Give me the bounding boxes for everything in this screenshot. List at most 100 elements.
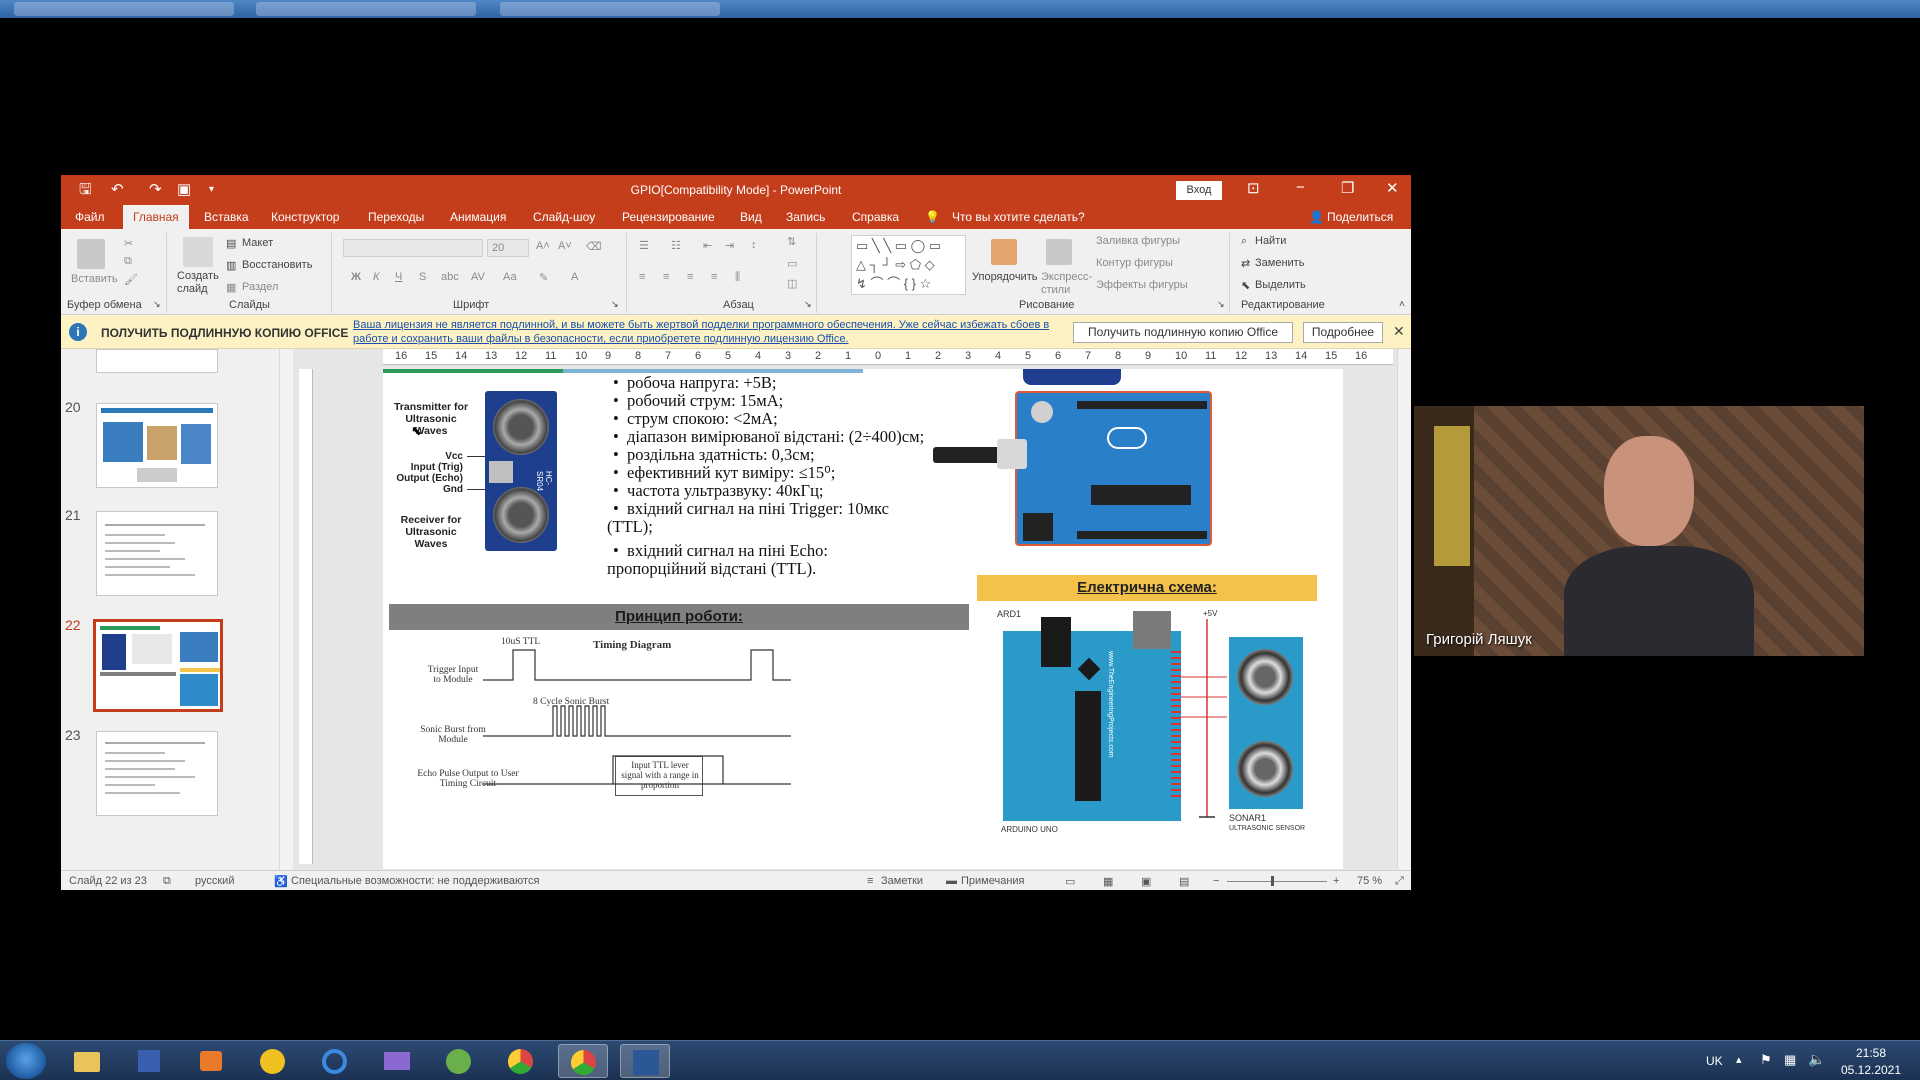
layout-button[interactable]: Макет	[242, 237, 273, 249]
network-icon[interactable]: ▦	[1784, 1052, 1796, 1068]
align-right-icon[interactable]: ≡	[687, 271, 693, 283]
paragraph-launcher-icon[interactable]: ↘	[804, 299, 812, 310]
increase-indent-icon[interactable]: ⇥	[725, 239, 734, 252]
tray-expand-icon[interactable]: ▴	[1736, 1053, 1742, 1066]
normal-view-icon[interactable]: ▭	[1065, 875, 1075, 888]
shape-effects-button[interactable]: Эффекты фигуры	[1096, 279, 1188, 291]
find-button[interactable]: Найти	[1255, 235, 1286, 247]
utorrent-icon[interactable]	[434, 1044, 484, 1078]
close-icon[interactable]: ✕	[1386, 179, 1399, 197]
text-direction-icon[interactable]: ⇅	[787, 235, 796, 248]
word-icon[interactable]	[620, 1044, 670, 1078]
minimize-icon[interactable]: −	[1296, 179, 1305, 196]
underline-button[interactable]: Ч	[395, 271, 402, 283]
tab-animations[interactable]: Анимация	[450, 210, 506, 224]
restore-icon[interactable]: ❐	[1341, 179, 1354, 197]
chrome-active-icon[interactable]	[558, 1044, 608, 1078]
tab-help[interactable]: Справка	[852, 210, 899, 224]
thumbnails-scrollbar[interactable]	[279, 349, 293, 870]
find-icon[interactable]: ⌕	[1241, 235, 1247, 248]
app-triangle-icon[interactable]	[248, 1044, 298, 1078]
zoom-slider[interactable]	[1227, 881, 1327, 882]
bullets-icon[interactable]: ☰	[639, 239, 649, 252]
tab-review[interactable]: Рецензирование	[622, 210, 715, 224]
clock-date[interactable]: 05.12.2021	[1838, 1063, 1904, 1077]
action-center-flag-icon[interactable]: ⚑	[1760, 1052, 1772, 1068]
chrome-icon[interactable]	[496, 1044, 546, 1078]
bold-button[interactable]: Ж	[351, 271, 361, 283]
slide-thumbnail[interactable]	[96, 349, 218, 373]
paste-button[interactable]: Вставить	[71, 273, 118, 285]
font-color-icon[interactable]: A	[571, 271, 578, 283]
font-name-dropdown[interactable]	[343, 239, 483, 257]
select-icon[interactable]: ⬉	[1241, 279, 1250, 292]
tab-slideshow[interactable]: Слайд-шоу	[533, 210, 595, 224]
get-genuine-button[interactable]: Получить подлинную копию Office	[1073, 322, 1293, 343]
slideshow-view-icon[interactable]: ▤	[1179, 875, 1189, 888]
fit-slide-icon[interactable]: ⤢	[1395, 875, 1404, 888]
highlight-icon[interactable]: ✎	[539, 271, 548, 284]
volume-icon[interactable]: 🔈	[1808, 1051, 1825, 1068]
clear-format-icon[interactable]: ⌫	[586, 240, 602, 253]
align-center-icon[interactable]: ≡	[663, 271, 669, 283]
font-size-dropdown[interactable]: 20	[487, 239, 529, 257]
spellcheck-icon[interactable]: ⧉	[163, 875, 171, 888]
slide-thumbnail-22[interactable]	[93, 619, 223, 712]
save-app-icon[interactable]	[124, 1044, 174, 1078]
quick-styles-icon[interactable]	[1046, 239, 1072, 265]
lightbulb-icon[interactable]: 💡	[925, 210, 940, 224]
language-indicator[interactable]: русский	[195, 875, 234, 887]
drawing-launcher-icon[interactable]: ↘	[1217, 299, 1225, 310]
slide-thumbnail-21[interactable]	[96, 511, 218, 596]
line-spacing-icon[interactable]: ↕	[751, 239, 757, 251]
quick-styles-button[interactable]: Экспресс-стили	[1041, 271, 1092, 297]
tab-home[interactable]: Главная	[123, 205, 189, 229]
replace-button[interactable]: Заменить	[1255, 257, 1304, 269]
zoom-in-icon[interactable]: +	[1333, 875, 1339, 887]
tab-view[interactable]: Вид	[740, 210, 762, 224]
columns-icon[interactable]: ⫼	[735, 271, 740, 284]
char-spacing-icon[interactable]: AV	[471, 271, 485, 283]
slide-thumbnail-20[interactable]	[96, 403, 218, 488]
arrange-icon[interactable]	[991, 239, 1017, 265]
browser-tab[interactable]	[14, 2, 234, 16]
spacing-icon[interactable]: abc	[441, 271, 459, 283]
cut-icon[interactable]: ✂	[124, 237, 133, 250]
ribbon-display-icon[interactable]: ⊡	[1247, 179, 1260, 197]
replace-icon[interactable]: ⇄	[1241, 257, 1250, 270]
format-painter-icon[interactable]: 🖌	[124, 273, 138, 286]
shape-outline-button[interactable]: Контур фигуры	[1096, 257, 1173, 269]
decrease-indent-icon[interactable]: ⇤	[703, 239, 712, 252]
new-slide-icon[interactable]	[183, 237, 213, 267]
notes-button[interactable]: Заметки	[881, 875, 923, 887]
zoom-level[interactable]: 75 %	[1357, 875, 1382, 887]
internet-explorer-icon[interactable]	[310, 1044, 360, 1078]
browser-tab[interactable]	[500, 2, 720, 16]
slide-sorter-icon[interactable]: ▦	[1103, 875, 1113, 888]
zoom-out-icon[interactable]: −	[1213, 875, 1219, 887]
tell-me-input[interactable]: Что вы хотите сделать?	[952, 210, 1085, 224]
grow-font-icon[interactable]: A˄	[536, 240, 550, 252]
keyboard-language[interactable]: UK	[1706, 1054, 1723, 1068]
change-case-button[interactable]: Аа	[503, 271, 517, 283]
font-launcher-icon[interactable]: ↘	[611, 299, 619, 310]
media-player-icon[interactable]	[186, 1044, 236, 1078]
reset-button[interactable]: Восстановить	[242, 259, 312, 271]
shape-fill-button[interactable]: Заливка фигуры	[1096, 235, 1180, 247]
accessibility-icon[interactable]: ♿	[274, 875, 288, 888]
clipboard-launcher-icon[interactable]: ↘	[153, 299, 161, 310]
video-app-icon[interactable]	[372, 1044, 422, 1078]
close-infobar-icon[interactable]: ✕	[1393, 323, 1405, 340]
section-button[interactable]: Раздел	[242, 281, 278, 293]
start-button[interactable]	[6, 1043, 46, 1079]
reset-icon[interactable]: ▥	[226, 259, 236, 272]
license-message-link[interactable]: Ваша лицензия не является подлинной, и в…	[353, 318, 1053, 346]
explorer-icon[interactable]	[62, 1044, 112, 1078]
new-slide-button[interactable]: Создать слайд	[177, 270, 225, 296]
tab-record[interactable]: Запись	[786, 210, 825, 224]
align-left-icon[interactable]: ≡	[639, 271, 645, 283]
tab-file[interactable]: Файл	[75, 210, 105, 224]
arrange-button[interactable]: Упорядочить	[972, 271, 1037, 283]
slide-canvas[interactable]: Transmitter for Ultrasonic Waves Receive…	[383, 369, 1343, 869]
shapes-gallery[interactable]: ▭ ╲ ╲ ▭ ◯ ▭ △ ┐ ┘ ⇨ ⬠ ◇ ↯ ⌒ ⌒ { } ☆	[851, 235, 966, 295]
